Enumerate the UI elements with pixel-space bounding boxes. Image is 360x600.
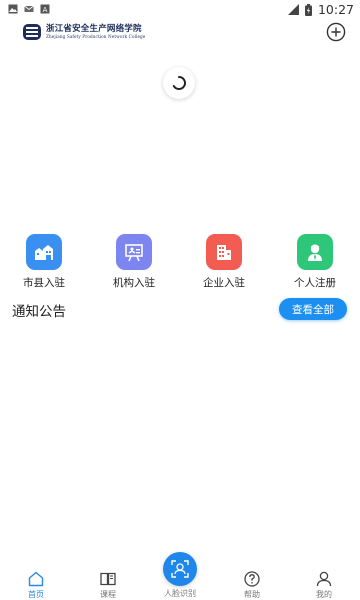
enterprise-icon (206, 234, 242, 270)
app-header: 浙江省安全生产网络学院 Zhejiang Safety Production N… (0, 20, 360, 46)
notice-title: 通知公告 (12, 304, 66, 320)
entry-city[interactable]: 市县入驻 (8, 234, 80, 290)
face-icon (171, 560, 189, 578)
svg-text:A: A (43, 6, 48, 14)
book-icon (100, 572, 116, 586)
nav-course-label: 课程 (100, 590, 116, 599)
nav-mine-label: 我的 (316, 590, 332, 599)
help-icon (244, 571, 260, 587)
logo-emblem-icon (23, 24, 41, 40)
mail-icon (24, 5, 34, 12)
status-bar: A 10:27 (0, 0, 360, 20)
nav-home-label: 首页 (28, 590, 44, 599)
user-icon (316, 571, 332, 587)
see-all-button[interactable]: 查看全部 (279, 298, 347, 320)
entry-institution-label: 机构入驻 (113, 277, 155, 289)
entry-enterprise-label: 企业入驻 (203, 277, 245, 289)
nav-help[interactable]: 帮助 (222, 570, 282, 600)
signal-icon (287, 4, 299, 15)
logo-subtitle: Zhejiang Safety Production Network Colle… (46, 34, 146, 40)
nav-mine[interactable]: 我的 (294, 570, 354, 600)
home-icon (28, 571, 44, 587)
nav-course[interactable]: 课程 (78, 570, 138, 600)
spinner-icon (172, 76, 186, 90)
entry-grid: 市县入驻 机构入驻 企业入驻 个人注册 (0, 234, 360, 290)
entry-person[interactable]: 个人注册 (279, 234, 351, 290)
entry-institution[interactable]: 机构入驻 (98, 234, 170, 290)
app-logo: 浙江省安全生产网络学院 Zhejiang Safety Production N… (22, 23, 145, 41)
status-time: 10:27 (317, 2, 354, 17)
entry-city-label: 市县入驻 (23, 277, 65, 289)
nav-help-label: 帮助 (244, 590, 260, 599)
logo-name: 浙江省安全生产网络学院 (46, 23, 142, 34)
battery-icon (304, 3, 312, 16)
loading-spinner (163, 67, 195, 99)
person-icon (297, 234, 333, 270)
city-icon (26, 234, 62, 270)
nav-face-label: 人脸识别 (164, 589, 196, 598)
face-recognition-button[interactable] (163, 552, 197, 586)
add-button[interactable] (326, 22, 346, 42)
entry-person-label: 个人注册 (294, 277, 336, 289)
image-icon (8, 4, 18, 14)
institution-icon (116, 234, 152, 270)
entry-enterprise[interactable]: 企业入驻 (188, 234, 260, 290)
nav-home[interactable]: 首页 (6, 570, 66, 600)
status-bar-notifications: A (8, 4, 50, 14)
a-icon: A (40, 4, 50, 14)
